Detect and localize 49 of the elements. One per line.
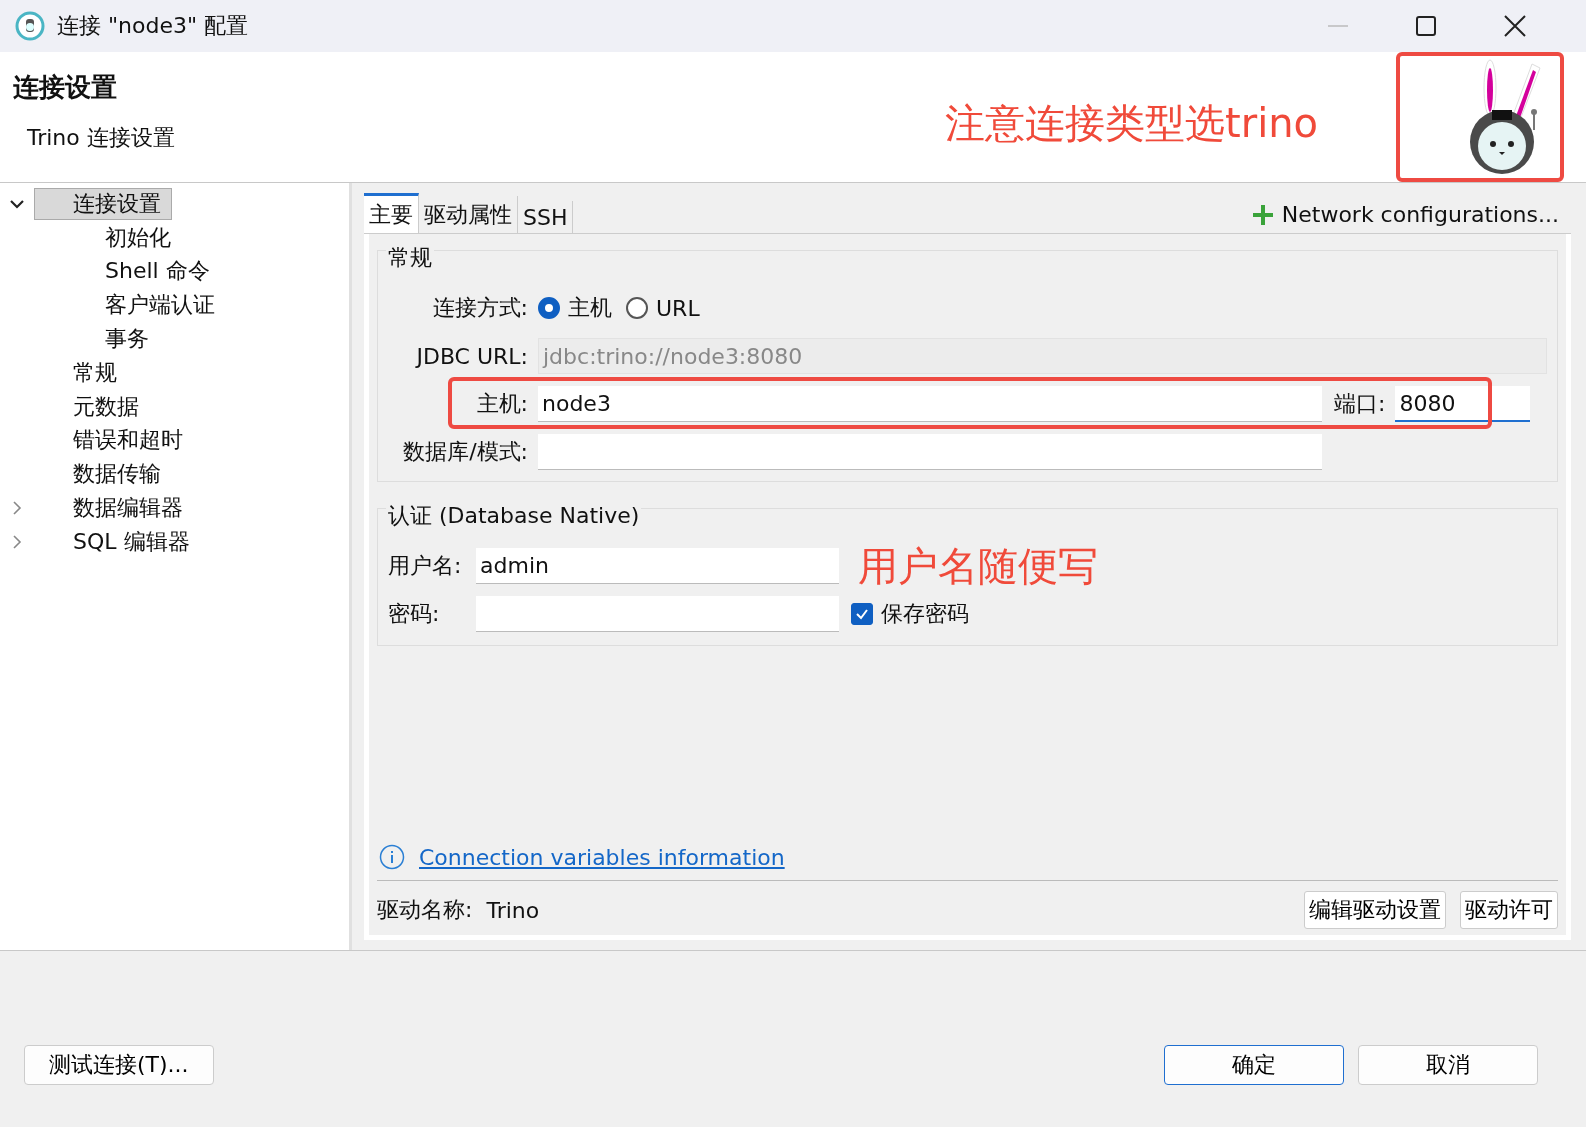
test-connection-button[interactable]: 测试连接(T)... [24,1045,214,1085]
driver-button[interactable]: 驱动许可 [1460,891,1558,929]
radio-icon[interactable] [538,297,560,319]
connection-variables-link[interactable]: Connection variables information [419,844,785,870]
tree-item[interactable]: 错误和超时 [34,424,184,457]
dialog-button[interactable]: 确定 [1164,1045,1344,1085]
tree-item[interactable]: 常规 [34,356,118,389]
checkbox[interactable] [851,603,873,625]
password-field[interactable] [476,596,839,632]
tree-item[interactable]: 初始化 [0,221,172,254]
tree-item[interactable]: 元数据 [34,390,140,423]
close-icon[interactable] [1504,15,1526,37]
page-title: 连接设置 [13,71,117,104]
field-label: JDBC URL: [414,343,528,369]
tree-item[interactable]: Shell 命令 [0,255,211,288]
username-field[interactable]: admin [476,548,839,584]
tab[interactable]: 主要 [364,193,419,233]
app-icon [15,11,45,41]
tree-item[interactable]: 数据传输 [34,458,162,491]
tree-item[interactable]: 客户端认证 [0,289,216,322]
annotation-text: 注意连接类型选trino [945,99,1319,148]
field-label: 连接方式: [431,294,528,322]
driver-name: Trino [486,897,540,923]
tree-item[interactable]: 事务 [0,323,150,356]
host-field[interactable]: node3 [538,386,1322,422]
database-field[interactable] [538,434,1322,470]
plus-icon [1251,203,1274,226]
field-label: 数据库/模式: [402,438,528,466]
page-subtitle: Trino 连接设置 [27,124,175,152]
annotation-text: 用户名随便写 [858,542,1098,591]
field-label: 端口: [1334,390,1386,418]
radio-option[interactable]: 主机 [538,293,612,323]
radio-icon[interactable] [626,297,648,319]
maximize-icon[interactable] [1416,16,1436,36]
info-icon [379,844,405,870]
port-field[interactable]: 8080 [1395,386,1531,422]
field-label: 主机: [475,390,528,418]
tree-item[interactable]: SQL 编辑器 [34,525,191,558]
field-label: 密码: [388,600,441,628]
field-label: 用户名: [388,552,463,580]
dialog-button[interactable]: 取消 [1358,1045,1538,1085]
checkbox-label[interactable]: 保存密码 [881,599,969,629]
radio-option[interactable]: URL [626,295,700,321]
network-configurations-button[interactable]: Network configurations... [1251,202,1571,233]
driver-name-label: 驱动名称: [377,896,473,924]
driver-button[interactable]: 编辑驱动设置 [1304,891,1446,929]
tree-item[interactable]: 连接设置 [34,187,172,220]
tree-item[interactable]: 数据编辑器 [34,492,184,525]
window-title: 连接 "node3" 配置 [57,12,249,40]
